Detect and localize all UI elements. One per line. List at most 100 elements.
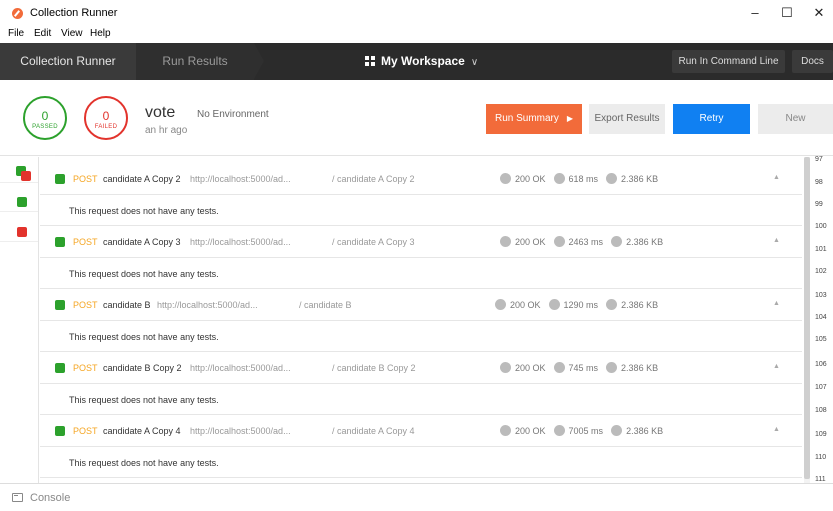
request-path: / candidate A Copy 2 (332, 174, 415, 184)
results-list: POST candidate A Copy 2 http://localhost… (40, 157, 802, 483)
retry-button[interactable]: Retry (673, 104, 750, 134)
console-bar[interactable]: Console (0, 483, 833, 511)
response-time: 2463 ms (568, 237, 604, 247)
collapse-caret-icon[interactable]: ▲ (773, 237, 780, 244)
test-message: This request does not have any tests. (69, 458, 219, 468)
export-results-button[interactable]: Export Results (589, 104, 665, 134)
time-dot-icon (553, 362, 565, 373)
test-result-row: This request does not have any tests. (40, 385, 802, 415)
filter-passed[interactable] (0, 191, 38, 212)
request-method: POST (73, 237, 98, 247)
line-number: 100 (815, 223, 827, 230)
new-button[interactable]: New (758, 104, 833, 134)
top-nav: Collection Runner Run Results My Workspa… (0, 43, 833, 80)
status-dot-icon (500, 362, 511, 373)
request-url: http://localhost:5000/ad... (190, 426, 291, 436)
request-path: / candidate A Copy 4 (332, 426, 415, 436)
workspace-label: My Workspace (381, 54, 465, 68)
line-number: 109 (815, 431, 827, 438)
line-number: 105 (815, 336, 827, 343)
all-red-icon (21, 171, 31, 181)
menu-view[interactable]: View (61, 28, 83, 39)
response-size: 2.386 KB (626, 426, 664, 436)
request-row[interactable]: POST candidate A Copy 3 http://localhost… (40, 226, 802, 258)
response-time: 7005 ms (568, 426, 604, 436)
request-row[interactable]: POST candidate A Copy 4 http://localhost… (40, 415, 802, 447)
request-status-indicator (55, 363, 65, 373)
run-in-command-line-button[interactable]: Run In Command Line (672, 50, 785, 73)
line-number: 108 (815, 407, 827, 414)
time-dot-icon (553, 425, 565, 436)
scrollbar-thumb[interactable] (804, 157, 810, 479)
run-summary-label: Run Summary (494, 113, 559, 124)
request-path: / candidate B Copy 2 (332, 363, 416, 373)
line-number-gutter: 97 98 99 100 101 102 103 104 105 106 107… (802, 156, 833, 483)
tab-run-results[interactable]: Run Results (136, 43, 264, 80)
workspace-grid-icon (365, 56, 375, 66)
test-result-row: This request does not have any tests. (40, 322, 802, 352)
workspace-selector[interactable]: My Workspace ∨ (365, 43, 478, 80)
menu-help[interactable]: Help (90, 28, 111, 39)
request-row[interactable]: POST candidate B http://localhost:5000/a… (40, 289, 802, 321)
collapse-caret-icon[interactable]: ▲ (773, 174, 780, 181)
line-number: 106 (815, 361, 827, 368)
request-method: POST (73, 426, 98, 436)
line-number: 102 (815, 268, 827, 275)
line-number: 101 (815, 246, 827, 253)
minimize-button[interactable]: – (740, 3, 770, 23)
chevron-down-icon: ∨ (470, 57, 479, 68)
failed-counter: 0 FAILED (84, 96, 128, 140)
collapse-caret-icon[interactable]: ▲ (773, 363, 780, 370)
status-dot-icon (500, 236, 511, 247)
collapse-caret-icon[interactable]: ▲ (773, 300, 780, 307)
menu-file[interactable]: File (8, 28, 24, 39)
test-result-row: This request does not have any tests. (40, 259, 802, 289)
docs-button[interactable]: Docs (792, 50, 833, 73)
request-name: candidate A Copy 3 (103, 237, 181, 247)
response-size: 2.386 KB (621, 174, 659, 184)
menu-bar: File Edit View Help (0, 26, 833, 43)
test-result-row: This request does not have any tests. (40, 196, 802, 226)
status-dot-icon (495, 299, 506, 310)
close-button[interactable]: ✕ (804, 3, 833, 23)
title-bar: Collection Runner – ☐ ✕ (0, 0, 833, 26)
run-name: vote (145, 104, 176, 121)
filter-failed[interactable] (0, 221, 38, 242)
window-title: Collection Runner (30, 7, 118, 19)
request-path: / candidate B (299, 300, 352, 310)
request-method: POST (73, 174, 98, 184)
menu-edit[interactable]: Edit (34, 28, 51, 39)
response-time: 745 ms (568, 363, 599, 373)
collapse-caret-icon[interactable]: ▲ (773, 426, 780, 433)
test-message: This request does not have any tests. (69, 395, 219, 405)
line-number: 97 (815, 156, 823, 163)
request-row[interactable]: POST candidate A Copy 2 http://localhost… (40, 163, 802, 195)
play-arrow-icon: ▶ (566, 114, 574, 123)
tab-collection-runner[interactable]: Collection Runner (0, 43, 146, 80)
request-status-indicator (55, 426, 65, 436)
response-time: 618 ms (568, 174, 599, 184)
line-number: 104 (815, 314, 827, 321)
failed-filter-icon (17, 227, 27, 237)
passed-counter: 0 PASSED (23, 96, 67, 140)
request-metrics: 200 OK 1290 ms 2.386 KB (495, 299, 666, 310)
failed-label: FAILED (94, 124, 118, 130)
console-icon (12, 493, 23, 502)
response-status: 200 OK (510, 300, 541, 310)
line-number: 110 (815, 454, 827, 461)
time-dot-icon (553, 173, 565, 184)
failed-count: 0 (102, 109, 110, 123)
request-row[interactable]: POST candidate B Copy 2 http://localhost… (40, 352, 802, 384)
size-dot-icon (611, 236, 623, 247)
request-url: http://localhost:5000/ad... (157, 300, 258, 310)
run-time-ago: an hr ago (145, 125, 188, 136)
test-result-row: This request does not have any tests. (40, 448, 802, 478)
filter-all[interactable] (0, 162, 38, 183)
line-number: 103 (815, 292, 827, 299)
response-status: 200 OK (515, 363, 546, 373)
maximize-button[interactable]: ☐ (772, 3, 802, 23)
run-summary-button[interactable]: Run Summary ▶ (486, 104, 582, 134)
request-status-indicator (55, 300, 65, 310)
line-number: 98 (815, 179, 823, 186)
size-dot-icon (606, 362, 618, 373)
